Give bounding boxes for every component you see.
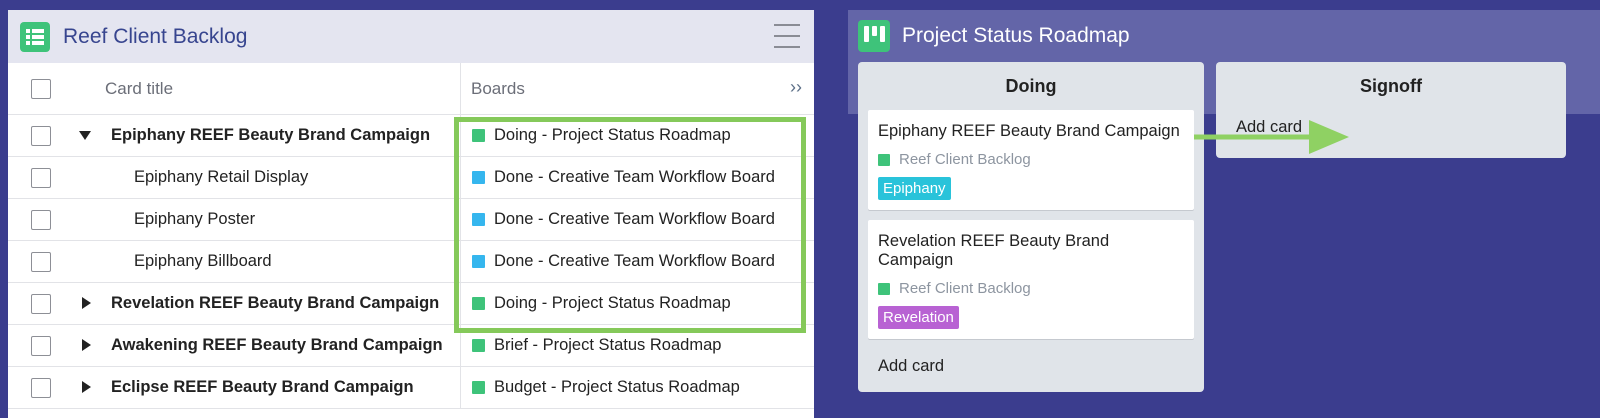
list-title-signoff: Signoff (1360, 76, 1422, 96)
board-color-swatch (878, 282, 890, 295)
card-title-cell[interactable]: Epiphany Poster (74, 199, 461, 240)
expand-triangle-icon[interactable] (77, 296, 97, 311)
card-title-text: Revelation REEF Beauty Brand Campaign (111, 294, 440, 312)
column-header-boards-label: Boards (471, 78, 525, 98)
table-row[interactable]: Epiphany Poster Done - Creative Team Wor… (8, 199, 814, 241)
card-title-text: Eclipse REEF Beauty Brand Campaign (111, 378, 414, 396)
card-title-text: Epiphany Billboard (134, 252, 272, 270)
card-source-text: Reef Client Backlog (899, 280, 1031, 297)
card-grid: Card title Boards ›› Epiphany REEF Beaut… (8, 63, 814, 409)
board-header: Project Status Roadmap (848, 10, 1600, 62)
board-cell[interactable]: Budget - Project Status Roadmap (461, 367, 814, 408)
card-source[interactable]: Reef Client Backlog (878, 280, 1184, 297)
grid-header-row: Card title Boards ›› (8, 63, 814, 115)
card-title: Revelation REEF Beauty Brand Campaign (878, 232, 1110, 269)
board-cell[interactable]: Doing - Project Status Roadmap (461, 115, 814, 156)
table-row[interactable]: Epiphany Retail Display Done - Creative … (8, 157, 814, 199)
card-title-cell[interactable]: Epiphany Retail Display (74, 157, 461, 198)
table-row[interactable]: Revelation REEF Beauty Brand Campaign Do… (8, 283, 814, 325)
board-color-swatch (472, 129, 485, 142)
backlog-sheet-panel: Reef Client Backlog Card title Boards ››… (8, 10, 814, 418)
card-revelation[interactable]: Revelation REEF Beauty Brand Campaign Re… (868, 220, 1194, 339)
board-cell[interactable]: Brief - Project Status Roadmap (461, 325, 814, 366)
board-cell[interactable]: Done - Creative Team Workflow Board (461, 157, 814, 198)
board-text: Done - Creative Team Workflow Board (494, 168, 775, 186)
board-color-swatch (472, 381, 485, 394)
card-title: Epiphany REEF Beauty Brand Campaign (878, 122, 1180, 140)
card-epiphany[interactable]: Epiphany REEF Beauty Brand Campaign Reef… (868, 110, 1194, 210)
board-text: Brief - Project Status Roadmap (494, 336, 722, 354)
card-title-cell[interactable]: Epiphany Billboard (74, 241, 461, 282)
row-checkbox[interactable] (31, 335, 51, 356)
row-checkbox[interactable] (31, 125, 51, 146)
board-cell[interactable]: Doing - Project Status Roadmap (461, 283, 814, 324)
list-signoff: Signoff Add card (1216, 62, 1566, 158)
page-title: Reef Client Backlog (63, 24, 248, 48)
board-cell[interactable]: Done - Creative Team Workflow Board (461, 241, 814, 282)
card-title-cell[interactable]: Revelation REEF Beauty Brand Campaign (74, 283, 461, 324)
table-row[interactable]: Eclipse REEF Beauty Brand Campaign Budge… (8, 367, 814, 409)
row-checkbox[interactable] (31, 293, 51, 314)
board-text: Done - Creative Team Workflow Board (494, 252, 775, 270)
board-color-swatch (472, 213, 485, 226)
card-title-text: Epiphany Poster (134, 210, 256, 228)
table-row[interactable]: Epiphany Billboard Done - Creative Team … (8, 241, 814, 283)
menu-icon[interactable] (774, 24, 800, 48)
board-title: Project Status Roadmap (902, 24, 1130, 47)
card-source[interactable]: Reef Client Backlog (878, 151, 1184, 168)
backlog-header: Reef Client Backlog (8, 10, 814, 63)
board-text: Budget - Project Status Roadmap (494, 378, 740, 396)
list-title-doing: Doing (1005, 76, 1057, 96)
card-title-cell[interactable]: Eclipse REEF Beauty Brand Campaign (74, 367, 461, 408)
board-text: Doing - Project Status Roadmap (494, 294, 731, 312)
card-title-text: Epiphany REEF Beauty Brand Campaign (111, 126, 431, 144)
card-title-cell[interactable]: Epiphany REEF Beauty Brand Campaign (74, 115, 461, 156)
row-checkbox[interactable] (31, 377, 51, 398)
list-doing: Doing Epiphany REEF Beauty Brand Campaig… (858, 62, 1204, 392)
expand-triangle-icon[interactable] (77, 338, 97, 353)
collapse-triangle-icon[interactable] (77, 129, 97, 143)
column-header-boards[interactable]: Boards ›› (461, 63, 814, 114)
board-color-swatch (472, 171, 485, 184)
card-title-cell[interactable]: Awakening REEF Beauty Brand Campaign (74, 325, 461, 366)
row-checkbox[interactable] (31, 251, 51, 272)
card-label[interactable]: Revelation (878, 306, 959, 329)
spreadsheet-icon (20, 21, 50, 52)
card-label[interactable]: Epiphany (878, 177, 951, 200)
board-cell[interactable]: Done - Creative Team Workflow Board (461, 199, 814, 240)
board-text: Doing - Project Status Roadmap (494, 126, 731, 144)
board-color-swatch (878, 153, 890, 166)
card-source-text: Reef Client Backlog (899, 151, 1031, 168)
row-checkbox[interactable] (31, 209, 51, 230)
card-title-text: Epiphany Retail Display (134, 168, 309, 186)
board-color-swatch (472, 339, 485, 352)
expand-column-icon[interactable]: ›› (790, 77, 802, 98)
add-card-button[interactable]: Add card (1216, 110, 1566, 145)
expand-triangle-icon[interactable] (77, 380, 97, 395)
column-header-card-title[interactable]: Card title (74, 63, 461, 114)
add-card-button[interactable]: Add card (858, 349, 1204, 384)
board-color-swatch (472, 297, 485, 310)
select-all-checkbox[interactable] (31, 78, 51, 99)
table-row[interactable]: Epiphany REEF Beauty Brand Campaign Doin… (8, 115, 814, 157)
row-checkbox[interactable] (31, 167, 51, 188)
table-row[interactable]: Awakening REEF Beauty Brand Campaign Bri… (8, 325, 814, 367)
trello-board-icon (858, 20, 890, 52)
board-text: Done - Creative Team Workflow Board (494, 210, 775, 228)
card-title-text: Awakening REEF Beauty Brand Campaign (111, 336, 443, 354)
board-color-swatch (472, 255, 485, 268)
